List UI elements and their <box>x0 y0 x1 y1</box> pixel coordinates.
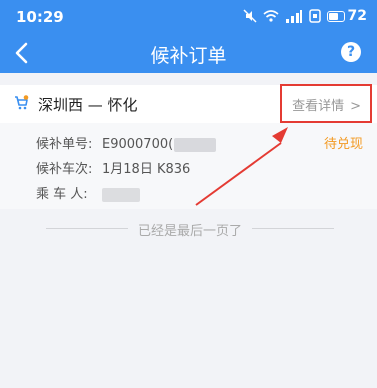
annotation-arrow-icon <box>195 127 288 206</box>
